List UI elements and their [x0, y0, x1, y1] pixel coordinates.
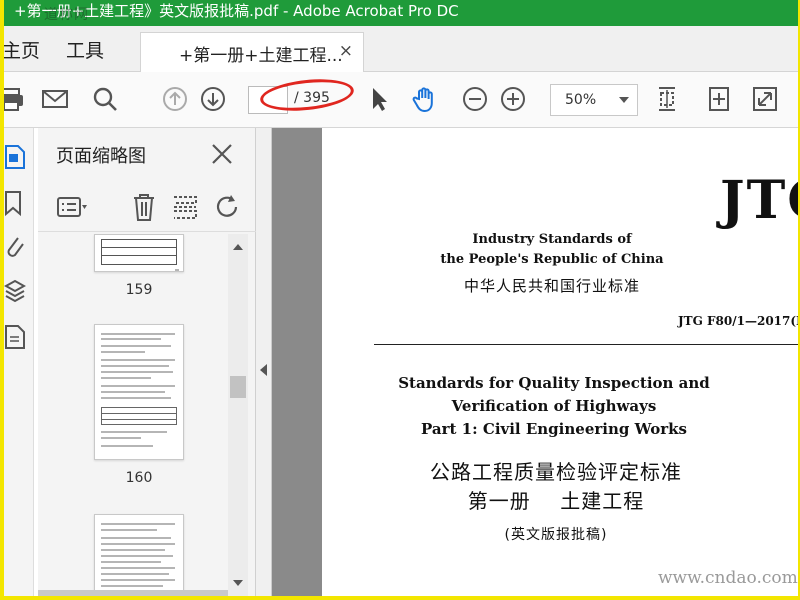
close-panel-icon[interactable] [210, 142, 234, 166]
thumbnail-options-icon[interactable] [56, 192, 88, 222]
delete-page-icon[interactable] [128, 192, 160, 222]
subtitle-cn: (英文版报批稿) [504, 527, 608, 543]
chevron-down-icon [619, 97, 629, 103]
email-icon[interactable] [40, 84, 70, 114]
panel-title: 页面缩略图 [56, 146, 146, 167]
page-total: / 395 [294, 90, 330, 106]
document-tab[interactable]: +第一册+土建工程... × [140, 32, 364, 72]
bookmark-icon[interactable] [4, 188, 26, 218]
full-screen-icon[interactable] [750, 84, 780, 114]
hand-tool-icon[interactable] [410, 84, 440, 114]
title-cn-line-1: 公路工程质量检验评定标准 [430, 460, 682, 484]
document-properties-icon[interactable] [4, 322, 26, 352]
watermark-bottom-right: www.cndao.com [658, 568, 798, 588]
main-toolbar: / 395 50% [4, 72, 798, 128]
panel-collapse-strip[interactable] [256, 128, 272, 596]
industry-standards-en-1: Industry Standards of [472, 232, 632, 247]
title-cn-line-2: 第一册 土建工程 [467, 489, 645, 513]
thumbnail-label: 159 [125, 282, 153, 298]
horizontal-scrollbar[interactable] [38, 590, 228, 596]
close-tab-icon[interactable]: × [339, 41, 353, 61]
select-arrow-icon[interactable] [364, 84, 394, 114]
window-title-bar: +第一册+土建工程》英文版报批稿.pdf - Adobe Acrobat Pro… [4, 0, 798, 26]
zoom-out-icon[interactable] [460, 84, 490, 114]
thumbnail-list: 159 160 [38, 234, 228, 596]
zoom-in-icon[interactable] [498, 84, 528, 114]
scroll-up-icon[interactable] [233, 244, 243, 250]
scrollbar-thumb[interactable] [230, 376, 246, 398]
nav-tools[interactable]: 工具 [66, 36, 104, 63]
layers-icon[interactable] [4, 276, 26, 306]
standard-code: JTG F80/1—2017(E [678, 314, 798, 328]
document-viewer[interactable]: JTG Industry Standards of the People's R… [272, 128, 798, 596]
zoom-value: 50% [565, 92, 597, 108]
rotate-page-icon[interactable] [212, 192, 244, 222]
attachment-icon[interactable] [4, 232, 26, 262]
tab-bar: 主页 工具 +第一册+土建工程... × [4, 26, 798, 72]
industry-standards-cn: 中华人民共和国行业标准 [463, 277, 640, 295]
acrobat-window: +第一册+土建工程》英文版报批稿.pdf - Adobe Acrobat Pro… [4, 0, 798, 596]
page-thumbnails-panel: 页面缩略图 159 160 [38, 128, 256, 596]
jtg-logo: JTG [720, 170, 798, 231]
page-number-input[interactable] [248, 86, 288, 114]
thumbnail-label: 160 [125, 470, 153, 486]
left-navigation-rail [4, 128, 34, 596]
industry-standards-en-2: the People's Republic of China [440, 252, 664, 267]
nav-home[interactable]: 主页 [4, 36, 40, 63]
document-tab-label: +第一册+土建工程... [179, 46, 343, 66]
fit-page-icon[interactable] [704, 84, 734, 114]
search-icon[interactable] [90, 84, 120, 114]
watermark-top-left: 道称网 [44, 7, 89, 23]
collapse-arrow-icon[interactable] [260, 364, 267, 376]
pdf-page: JTG Industry Standards of the People's R… [322, 128, 798, 596]
title-en-line-3: Part 1: Civil Engineering Works [421, 420, 687, 438]
thumbnail-scrollbar[interactable] [228, 234, 248, 596]
title-en-line-2: Verification of Highways [451, 397, 657, 415]
panel-toolbar [38, 180, 256, 232]
thumbnail-page-160[interactable] [94, 324, 184, 460]
previous-page-icon[interactable] [160, 84, 190, 114]
insert-page-icon[interactable] [170, 192, 202, 222]
page-thumbnails-icon[interactable] [4, 142, 26, 172]
next-page-icon[interactable] [198, 84, 228, 114]
title-en-line-1: Standards for Quality Inspection and [398, 374, 710, 392]
fit-height-icon[interactable] [652, 84, 682, 114]
thumbnail-page-161[interactable] [94, 514, 184, 596]
thumbnail-page-159[interactable] [94, 234, 184, 272]
print-icon[interactable] [4, 84, 26, 114]
scroll-down-icon[interactable] [233, 580, 243, 586]
horizontal-rule [374, 344, 798, 345]
zoom-dropdown[interactable]: 50% [550, 84, 638, 116]
